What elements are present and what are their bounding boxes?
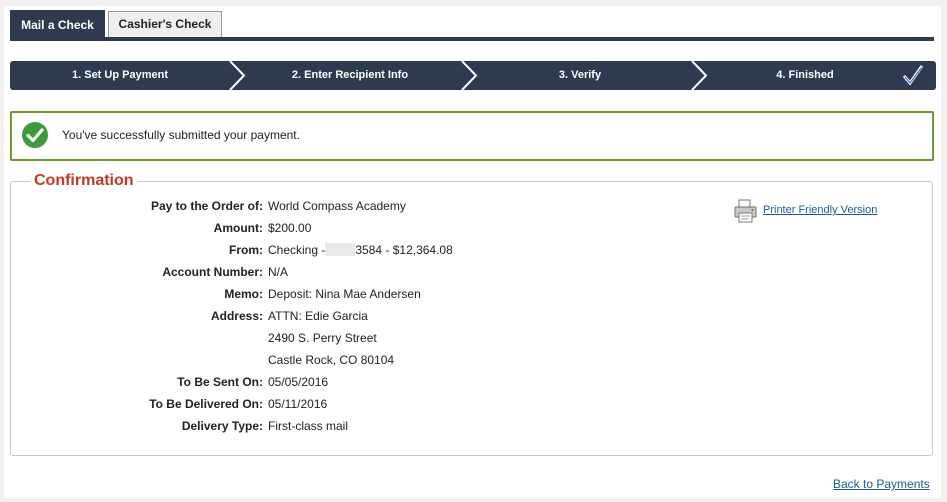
delivered-on-label: To Be Delivered On: (149, 397, 263, 411)
window-frame-left (0, 0, 4, 502)
tab-mail-a-check[interactable]: Mail a Check (10, 10, 105, 40)
printer-friendly-link[interactable]: Printer Friendly Version (763, 204, 877, 216)
pay-to-value: World Compass Academy (268, 199, 406, 213)
step-enter-recipient-info: 2. Enter Recipient Info (291, 69, 409, 81)
delivery-type-value: First-class mail (268, 419, 348, 433)
address-label: Address: (210, 309, 263, 323)
address-line-3: Castle Rock, CO 80104 (268, 353, 395, 367)
confirmation-panel: Confirmation Pay to the Order of: World … (10, 172, 933, 456)
printer-icon[interactable] (733, 199, 758, 223)
success-banner: You've successfully submitted your payme… (10, 111, 934, 161)
delivered-on-value: 05/11/2016 (268, 397, 328, 411)
step-finished: 4. Finished (776, 69, 834, 81)
from-account-balance: 3584 - $12,364.08 (355, 243, 453, 257)
sent-on-value: 05/05/2016 (268, 375, 329, 389)
back-to-payments-link[interactable]: Back to Payments (833, 477, 930, 491)
pay-to-label: Pay to the Order of: (150, 199, 263, 213)
masked-account-digits (325, 243, 356, 256)
memo-label: Memo: (224, 287, 263, 301)
address-line-2: 2490 S. Perry Street (268, 331, 377, 345)
window-frame-right (941, 0, 947, 502)
window-frame-bottom (0, 498, 947, 502)
window-frame-top (0, 0, 947, 6)
amount-value: $200.00 (268, 221, 312, 235)
sent-on-label: To Be Sent On: (177, 375, 263, 389)
confirmation-title: Confirmation (31, 172, 137, 190)
step-verify: 3. Verify (558, 69, 602, 81)
from-label: From: (229, 243, 263, 257)
success-check-icon (22, 122, 48, 148)
from-value: Checking - 3584 - $12,364.08 (268, 243, 453, 257)
delivery-type-label: Delivery Type: (181, 419, 263, 433)
finished-checkmark-icon (902, 65, 924, 86)
progress-steps: 1. Set Up Payment 2. Enter Recipient Inf… (10, 61, 936, 90)
memo-value: Deposit: Nina Mae Andersen (268, 287, 421, 301)
step-setup-payment: 1. Set Up Payment (72, 69, 168, 81)
tab-underline (10, 37, 934, 41)
account-number-value: N/A (268, 265, 289, 279)
success-message: You've successfully submitted your payme… (62, 128, 300, 142)
from-account-type: Checking - (268, 243, 326, 257)
account-number-label: Account Number: (162, 265, 263, 279)
address-line-1: ATTN: Edie Garcia (268, 309, 368, 323)
tab-cashiers-check[interactable]: Cashier's Check (108, 11, 222, 38)
amount-label: Amount: (213, 221, 263, 235)
